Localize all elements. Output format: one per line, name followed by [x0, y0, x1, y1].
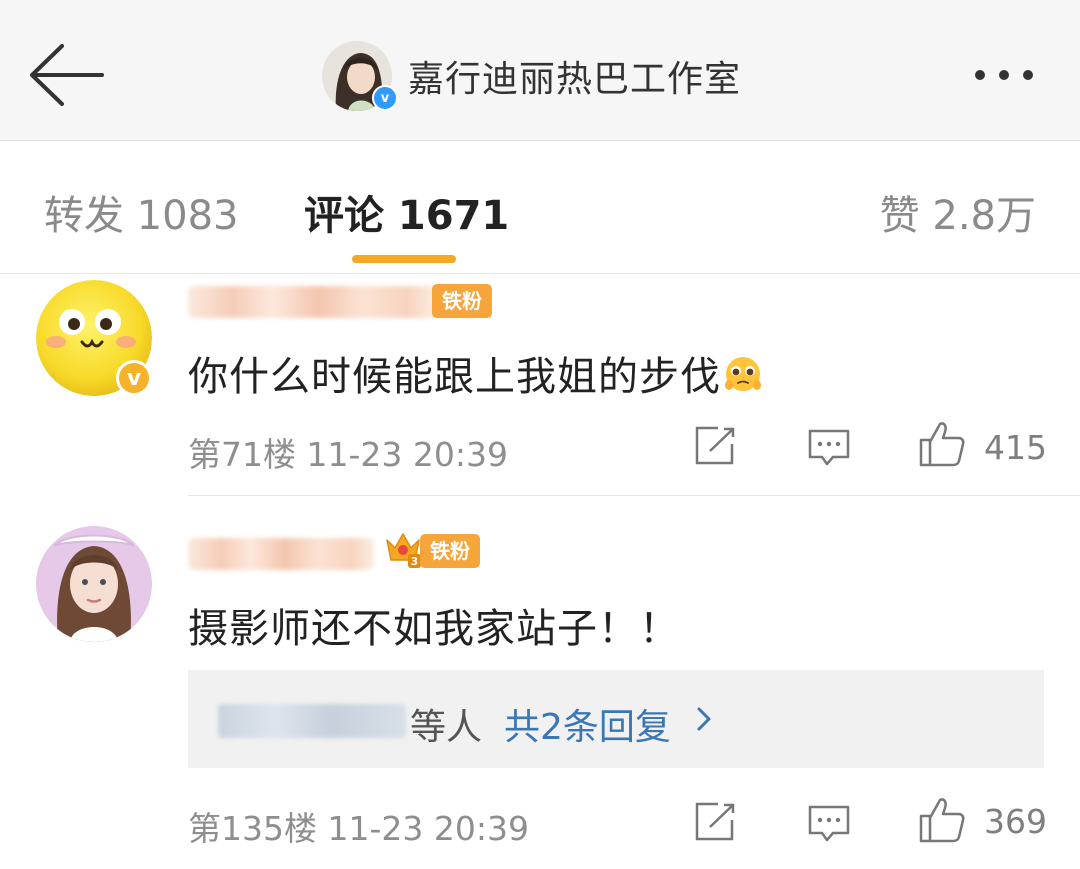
account-header[interactable]: v 嘉行迪丽热巴工作室: [322, 40, 741, 112]
floor-number: 第135楼: [188, 809, 317, 848]
replies-preview[interactable]: 等人 共2条回复: [188, 670, 1044, 768]
fan-badge: 铁粉: [432, 284, 492, 318]
repost-icon[interactable]: [694, 426, 736, 466]
back-arrow-icon: [30, 44, 104, 106]
top-nav-bar: v 嘉行迪丽热巴工作室: [0, 0, 1080, 141]
comment-divider: [188, 495, 1080, 496]
reply-icon[interactable]: [807, 428, 851, 468]
girl-portrait-avatar-image: [36, 526, 152, 642]
account-avatar[interactable]: v: [322, 41, 398, 111]
comment-time: 11-23 20:39: [327, 809, 529, 848]
comment-meta: 第71楼 11-23 20:39: [188, 428, 508, 476]
back-button[interactable]: [26, 42, 106, 108]
tab-comments[interactable]: 评论 1671: [304, 183, 509, 241]
tab-likes[interactable]: 赞 2.8万: [880, 183, 1036, 241]
like-count[interactable]: 369: [984, 802, 1047, 841]
more-button[interactable]: [975, 62, 1055, 88]
verified-badge-icon: v: [372, 85, 398, 111]
pleading-face-emoji-icon: [725, 357, 761, 391]
replier-suffix: 等人: [410, 707, 483, 748]
fan-level-crown-icon: 3: [386, 533, 421, 568]
commenter-username-blurred[interactable]: [188, 286, 438, 318]
reply-icon[interactable]: [807, 804, 851, 844]
commenter-avatar[interactable]: [36, 526, 152, 642]
commenter-username-blurred[interactable]: [188, 538, 374, 570]
fan-level-number: 3: [411, 555, 419, 568]
tab-bar: 转发 1083 评论 1671 赞 2.8万: [0, 141, 1080, 274]
fan-badge: 铁粉: [420, 534, 480, 568]
commenter-avatar[interactable]: v: [36, 280, 152, 396]
comment-text-row: 摄影师还不如我家站子！！: [188, 596, 680, 654]
like-icon[interactable]: [918, 796, 966, 844]
comment-text-row: 你什么时候能跟上我姐的步伐: [188, 344, 763, 402]
repost-icon[interactable]: [694, 802, 736, 842]
tab-reposts[interactable]: 转发 1083: [44, 183, 239, 241]
chevron-right-icon: [697, 707, 711, 731]
comment-text: 摄影师还不如我家站子！！: [188, 606, 680, 652]
active-tab-indicator: [352, 255, 456, 263]
account-name[interactable]: 嘉行迪丽热巴工作室: [408, 50, 741, 102]
verified-badge-icon: v: [116, 360, 152, 396]
more-dots-icon: [975, 70, 985, 80]
comment-time: 11-23 20:39: [306, 435, 508, 474]
like-count[interactable]: 415: [984, 428, 1047, 467]
like-icon[interactable]: [918, 420, 966, 468]
view-replies-link[interactable]: 共2条回复: [504, 698, 671, 750]
comment-meta: 第135楼 11-23 20:39: [188, 802, 529, 850]
comment-text: 你什么时候能跟上我姐的步伐: [188, 354, 721, 400]
floor-number: 第71楼: [188, 435, 296, 474]
replier-names-blurred: [218, 704, 406, 738]
